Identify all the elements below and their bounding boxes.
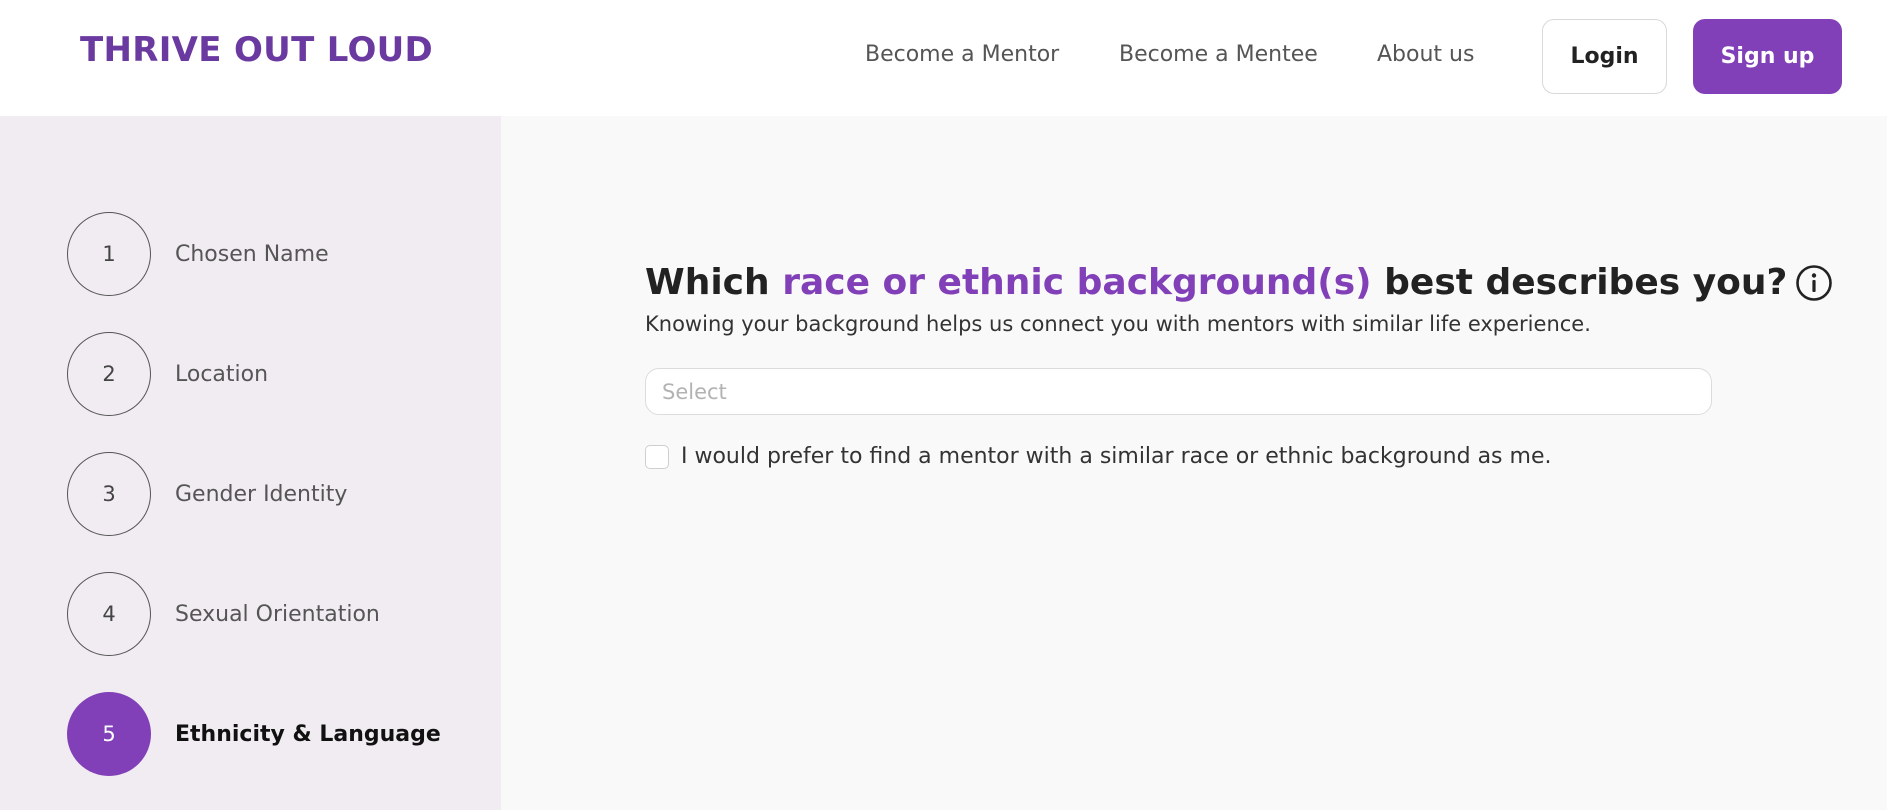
step-label: Chosen Name (175, 241, 329, 267)
step-label: Ethnicity & Language (175, 721, 441, 747)
nav-about-us[interactable]: About us (1377, 42, 1474, 67)
step-sidebar: 1 Chosen Name 2 Location 3 Gender Identi… (0, 116, 501, 810)
question-prefix: Which (645, 262, 783, 303)
step-number: 3 (67, 452, 151, 536)
preference-label: I would prefer to find a mentor with a s… (681, 444, 1552, 469)
preference-checkbox[interactable] (645, 444, 669, 469)
step-gender-identity[interactable]: 3 Gender Identity (67, 452, 487, 536)
step-label: Location (175, 361, 269, 387)
step-label: Sexual Orientation (175, 601, 380, 627)
info-circle-icon[interactable] (1795, 264, 1833, 302)
step-location[interactable]: 2 Location (67, 332, 487, 416)
step-chosen-name[interactable]: 1 Chosen Name (67, 212, 487, 296)
question-heading: Which race or ethnic background(s) best … (645, 262, 1833, 303)
nav-become-mentor[interactable]: Become a Mentor (865, 42, 1059, 67)
select-placeholder: Select (662, 379, 727, 404)
question-suffix: best describes you? (1371, 262, 1788, 303)
step-number: 5 (67, 692, 151, 776)
step-label: Gender Identity (175, 481, 348, 507)
signup-button[interactable]: Sign up (1693, 19, 1842, 94)
top-navbar: THRIVE OUT LOUD Become a Mentor Become a… (0, 0, 1887, 116)
step-sexual-orientation[interactable]: 4 Sexual Orientation (67, 572, 487, 656)
question-highlight: race or ethnic background(s) (782, 262, 1372, 303)
step-number: 4 (67, 572, 151, 656)
question-subtitle: Knowing your background helps us connect… (645, 312, 1591, 336)
similar-background-preference[interactable]: I would prefer to find a mentor with a s… (645, 444, 1551, 469)
brand-logo[interactable]: THRIVE OUT LOUD (80, 30, 433, 70)
login-button[interactable]: Login (1542, 19, 1667, 94)
nav-become-mentee[interactable]: Become a Mentee (1119, 42, 1318, 67)
main-content: Which race or ethnic background(s) best … (501, 116, 1887, 810)
step-ethnicity-language[interactable]: 5 Ethnicity & Language (67, 692, 487, 776)
ethnicity-select[interactable]: Select (645, 368, 1712, 415)
step-number: 2 (67, 332, 151, 416)
step-number: 1 (67, 212, 151, 296)
